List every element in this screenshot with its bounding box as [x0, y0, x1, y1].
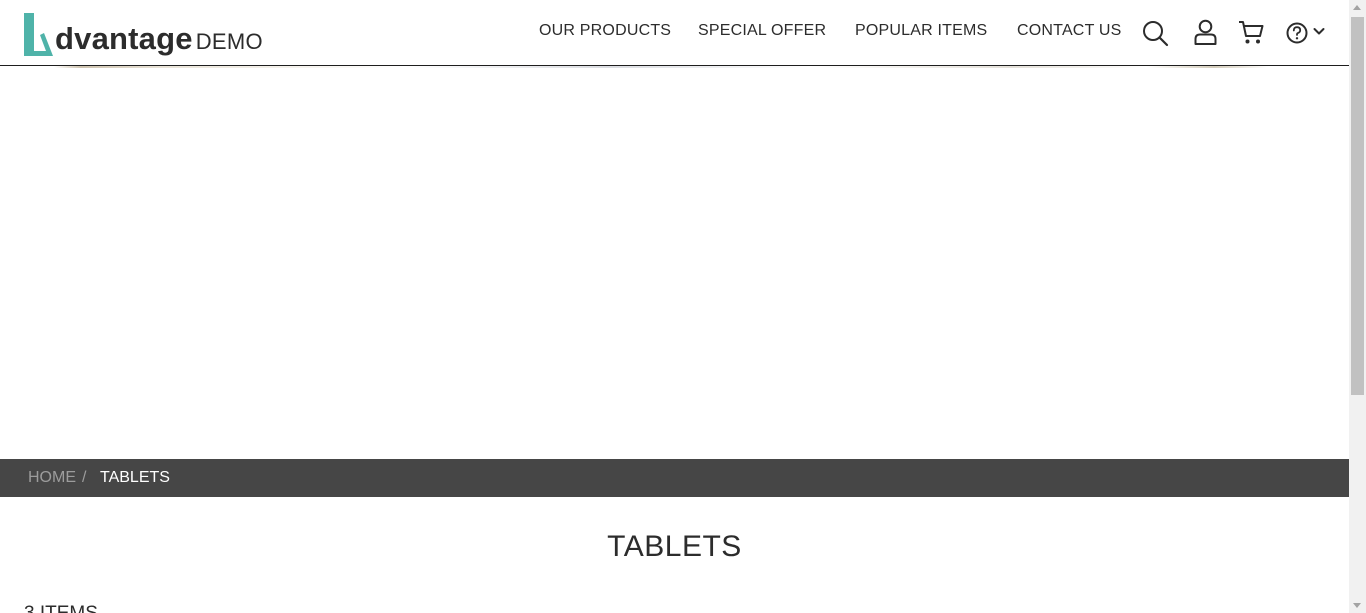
scroll-down-arrow-icon[interactable] [1353, 603, 1361, 608]
search-icon[interactable] [1142, 20, 1169, 47]
help-icon[interactable] [1286, 22, 1308, 44]
logo[interactable]: dvantage DEMO [22, 9, 263, 57]
logo-a-icon [24, 13, 53, 56]
cart-icon[interactable] [1238, 20, 1264, 46]
breadcrumb-current: TABLETS [100, 469, 170, 486]
chevron-down-icon[interactable] [1313, 27, 1325, 36]
logo-suffix: DEMO [195, 29, 263, 54]
nav-contact-us[interactable]: CONTACT US [1017, 22, 1122, 40]
nav-our-products[interactable]: OUR PRODUCTS [539, 22, 671, 40]
breadcrumb-separator: / [82, 469, 87, 486]
scroll-up-arrow-icon[interactable] [1353, 5, 1361, 10]
user-icon[interactable] [1194, 19, 1217, 46]
breadcrumb: HOME / TABLETS [0, 459, 1349, 497]
items-count: 3 ITEMS [24, 603, 98, 613]
nav-special-offer[interactable]: SPECIAL OFFER [698, 22, 826, 40]
page: dvantage DEMO OUR PRODUCTS SPECIAL OFFER… [0, 0, 1349, 613]
page-title: TABLETS [607, 530, 742, 563]
vertical-scrollbar[interactable] [1349, 0, 1366, 613]
logo-wordmark: dvantage [55, 21, 193, 56]
breadcrumb-home-link[interactable]: HOME [28, 469, 76, 487]
header: dvantage DEMO OUR PRODUCTS SPECIAL OFFER… [0, 0, 1349, 66]
nav-popular-items[interactable]: POPULAR ITEMS [855, 22, 987, 40]
scrollbar-thumb[interactable] [1351, 17, 1364, 395]
